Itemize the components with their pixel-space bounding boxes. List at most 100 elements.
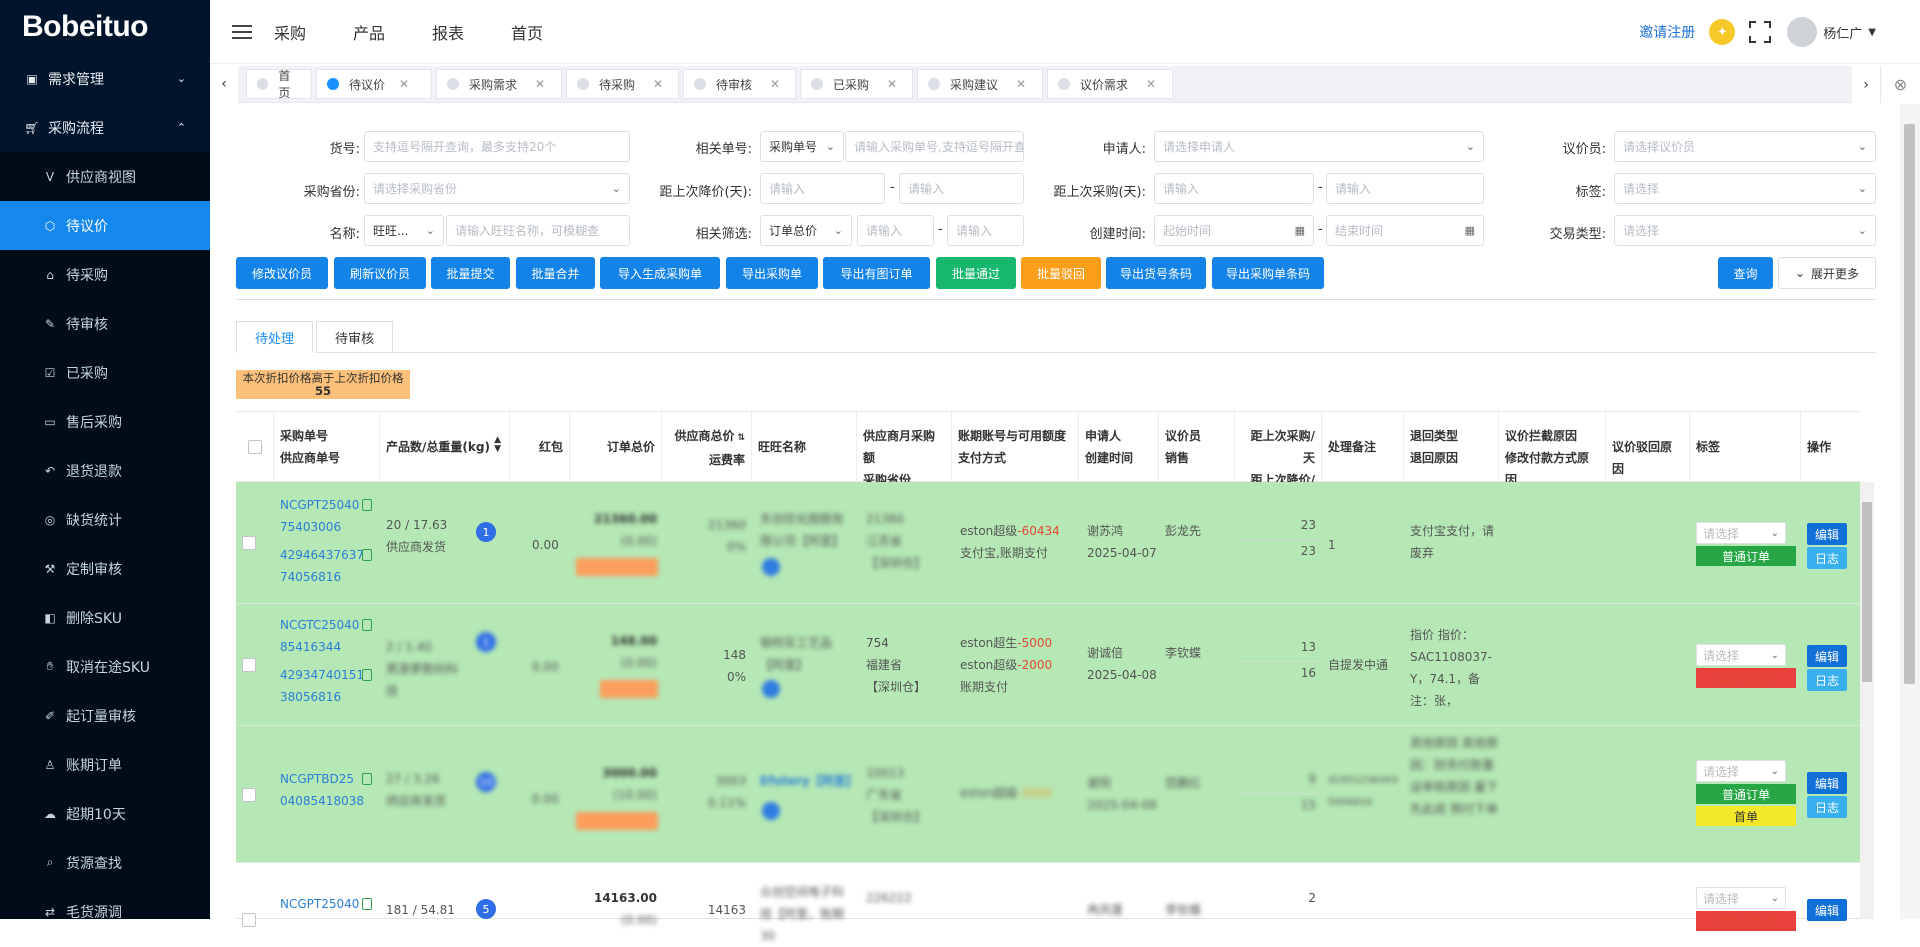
expand-more-button[interactable]: ⌄ 展开更多 bbox=[1778, 257, 1876, 289]
tab-bargain-demand[interactable]: 议价需求 ✕ bbox=[1047, 69, 1173, 99]
batch-reject-button[interactable]: 批量驳回 bbox=[1021, 257, 1101, 289]
row-checkbox[interactable] bbox=[242, 913, 256, 927]
xgdh-select[interactable]: 采购单号 ⌄ bbox=[760, 131, 844, 162]
tab-home[interactable]: 首页 bbox=[246, 69, 312, 100]
tag-select[interactable]: 请选择 ⌄ bbox=[1696, 760, 1786, 782]
tab-to-review[interactable]: 待审核 bbox=[316, 321, 393, 353]
xgdh-input[interactable]: 请输入采购单号,支持逗号隔开查询 bbox=[845, 131, 1024, 162]
select-all-checkbox[interactable] bbox=[248, 440, 262, 454]
row-checkbox[interactable] bbox=[242, 788, 256, 802]
jsczj-max-input[interactable]: 请输入 bbox=[899, 173, 1024, 204]
export-sku-barcode-button[interactable]: 导出货号条码 bbox=[1106, 257, 1206, 289]
sidebar-item-custom-review[interactable]: ⚒ 定制审核 bbox=[0, 544, 210, 593]
sidebar-item-pending-review[interactable]: ✎ 待审核 bbox=[0, 299, 210, 348]
tag-select[interactable]: 请选择 ⌄ bbox=[1696, 644, 1786, 666]
close-icon[interactable]: ✕ bbox=[1016, 77, 1026, 91]
wangwang-cell[interactable]: Efutery【阿里】 bbox=[760, 770, 858, 792]
start-date-input[interactable]: 起始时间 ▦ bbox=[1154, 215, 1314, 246]
count-badge[interactable]: 5 bbox=[476, 899, 496, 919]
log-button[interactable]: 日志 bbox=[1807, 669, 1847, 691]
wangwang-cell[interactable]: 东创优化图图有限公司【阿里】 bbox=[760, 508, 852, 552]
copy-icon[interactable] bbox=[362, 499, 372, 511]
sidebar-item-cancel-sku[interactable]: ✋︎ 取消在途SKU bbox=[0, 642, 210, 691]
topnav-product[interactable]: 产品 bbox=[353, 20, 385, 44]
log-button[interactable]: 日志 bbox=[1807, 547, 1847, 569]
jsccg-min-input[interactable]: 请输入 bbox=[1154, 173, 1314, 204]
order-no-link[interactable]: NCGPT25040 bbox=[280, 893, 359, 915]
topnav-purchase[interactable]: 采购 bbox=[274, 20, 306, 44]
tag-select[interactable]: 请选择 ⌄ bbox=[1614, 173, 1876, 204]
supplier-no-link[interactable]: 42946437637 74056816 bbox=[280, 544, 364, 588]
end-date-input[interactable]: 结束时间 ▦ bbox=[1326, 215, 1484, 246]
chevron-left-icon[interactable]: ‹ bbox=[210, 65, 238, 103]
jsczj-min-input[interactable]: 请输入 bbox=[760, 173, 885, 204]
close-icon[interactable]: ✕ bbox=[887, 77, 897, 91]
sidebar-item-delete-sku[interactable]: ◧ 删除SKU bbox=[0, 593, 210, 642]
copy-icon[interactable] bbox=[362, 619, 372, 631]
bulb-icon[interactable]: ✦ bbox=[1709, 19, 1736, 45]
wangwang-cell[interactable]: 钢柯军工艺品【阿里】 bbox=[760, 632, 852, 676]
jsccg-max-input[interactable]: 请输入 bbox=[1326, 173, 1484, 204]
batch-submit-button[interactable]: 批量提交 bbox=[431, 257, 510, 289]
sidebar-item-purchase-flow[interactable]: 🛒︎ 采购流程 ⌃ bbox=[0, 103, 210, 152]
xgsx-max-input[interactable]: 请输入 bbox=[947, 215, 1024, 246]
xgsx-min-input[interactable]: 请输入 bbox=[857, 215, 934, 246]
tab-purchase-demand[interactable]: 采购需求 ✕ bbox=[436, 69, 562, 99]
bargainer-select[interactable]: 请选择议价员 ⌄ bbox=[1614, 131, 1876, 162]
chat-icon[interactable] bbox=[762, 802, 780, 820]
batch-approve-button[interactable]: 批量通过 bbox=[936, 257, 1016, 289]
username[interactable]: 杨仁广 bbox=[1823, 23, 1862, 42]
tab-purchased[interactable]: 已采购 ✕ bbox=[800, 69, 913, 99]
export-image-order-button[interactable]: 导出有图订单 bbox=[823, 257, 930, 289]
copy-icon[interactable] bbox=[362, 549, 372, 561]
sidebar-item-refund[interactable]: ↶ 退货退款 bbox=[0, 446, 210, 495]
supplier-no-link[interactable]: 42934740151 38056816 bbox=[280, 664, 364, 708]
edit-bargainer-button[interactable]: 修改议价员 bbox=[236, 257, 328, 289]
count-badge[interactable]: 1 bbox=[476, 632, 496, 652]
price-notice-badge[interactable]: 本次折扣价格高于上次折扣价格 55 bbox=[236, 370, 410, 399]
sidebar-item-demand[interactable]: ▣ 需求管理 ⌄ bbox=[0, 54, 210, 103]
wangwang-cell[interactable]: 众创空间电子科技【阿里，账期30 bbox=[760, 881, 852, 947]
sidebar-item-pending-purchase[interactable]: ⌂ 待采购 bbox=[0, 250, 210, 299]
tab-pending-review[interactable]: 待审核 ✕ bbox=[683, 69, 796, 99]
huohao-input[interactable]: 支持逗号隔开查询，最多支持20个 bbox=[364, 131, 630, 162]
edit-button[interactable]: 编辑 bbox=[1807, 645, 1847, 667]
topnav-home[interactable]: 首页 bbox=[511, 20, 543, 44]
chat-icon[interactable] bbox=[762, 558, 780, 576]
applicant-select[interactable]: 请选择申请人 ⌄ bbox=[1154, 131, 1484, 162]
import-generate-button[interactable]: 导入生成采购单 bbox=[600, 257, 720, 289]
name-type-select[interactable]: 旺旺... ⌄ bbox=[364, 215, 444, 246]
batch-merge-button[interactable]: 批量合并 bbox=[516, 257, 595, 289]
tab-purchase-suggest[interactable]: 采购建议 ✕ bbox=[917, 69, 1043, 99]
copy-icon[interactable] bbox=[362, 773, 372, 785]
sidebar-item-moq-review[interactable]: ✐ 起订量审核 bbox=[0, 691, 210, 740]
trade-type-select[interactable]: 请选择 ⌄ bbox=[1614, 215, 1876, 246]
col-supplier-total[interactable]: 供应商总价 ⇅ 运费率 bbox=[662, 412, 752, 483]
count-badge[interactable]: 10 bbox=[476, 772, 496, 792]
sidebar-item-purchased[interactable]: ☑ 已采购 bbox=[0, 348, 210, 397]
tab-pending-purchase[interactable]: 待采购 ✕ bbox=[566, 69, 679, 99]
close-icon[interactable]: ✕ bbox=[399, 77, 409, 91]
topnav-report[interactable]: 报表 bbox=[432, 20, 464, 44]
sidebar-item-aftersale[interactable]: ▭ 售后采购 bbox=[0, 397, 210, 446]
sidebar-item-source-adjust[interactable]: ⇄ 毛货源调 bbox=[0, 887, 210, 919]
sidebar-item-supplier-view[interactable]: V 供应商视图 bbox=[0, 152, 210, 201]
tab-todo[interactable]: 待处理 bbox=[236, 321, 313, 353]
sidebar-item-credit-order[interactable]: ♙ 账期订单 bbox=[0, 740, 210, 789]
order-no-link[interactable]: NCGTC25040 85416344 bbox=[280, 614, 359, 658]
chevron-right-icon[interactable]: › bbox=[1852, 66, 1880, 103]
row-checkbox[interactable] bbox=[242, 658, 256, 672]
tab-pending-bargain[interactable]: 待议价 ✕ bbox=[316, 69, 432, 99]
caret-down-icon[interactable]: ▼ bbox=[1868, 27, 1876, 38]
edit-button[interactable]: 编辑 bbox=[1807, 899, 1847, 921]
copy-icon[interactable] bbox=[362, 669, 372, 681]
avatar[interactable] bbox=[1787, 17, 1818, 47]
export-order-button[interactable]: 导出采购单 bbox=[726, 257, 818, 289]
filter-type-select[interactable]: 订单总价 ⌄ bbox=[760, 215, 852, 246]
log-button[interactable]: 日志 bbox=[1807, 796, 1847, 818]
logo[interactable]: Bobeituo bbox=[0, 0, 210, 54]
copy-icon[interactable] bbox=[362, 898, 372, 910]
invite-link[interactable]: 邀请注册 bbox=[1639, 22, 1695, 42]
hamburger-icon[interactable] bbox=[210, 0, 274, 64]
name-input[interactable]: 请输入旺旺名称，可模糊查 bbox=[446, 215, 630, 246]
